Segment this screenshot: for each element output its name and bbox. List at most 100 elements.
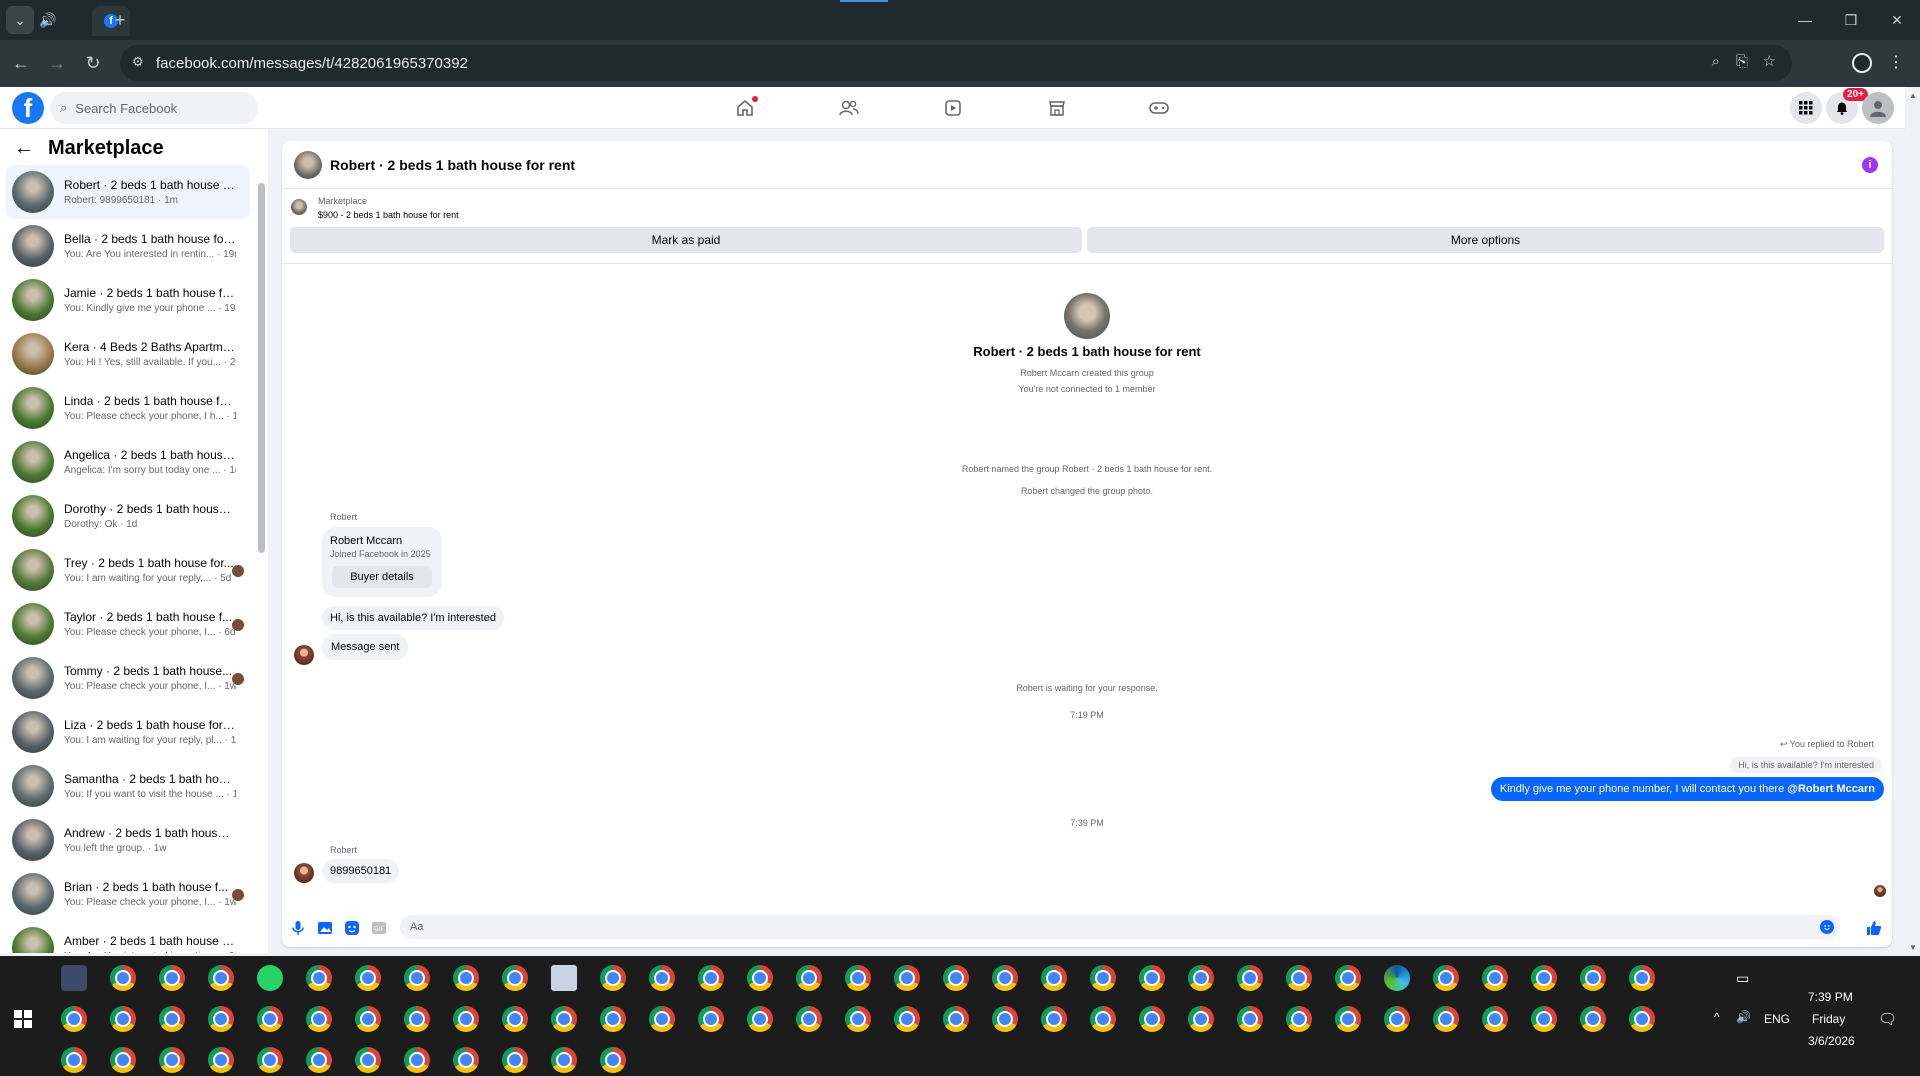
install-icon[interactable]: ⎘	[1736, 53, 1748, 70]
chrome-taskbar-icon[interactable]	[698, 1006, 724, 1032]
conversation-item[interactable]: Bella · 2 beds 1 bath house for r... You:…	[6, 219, 250, 273]
chrome-taskbar-icon[interactable]	[1433, 965, 1459, 991]
tab-search-icon[interactable]: ⌄	[6, 6, 34, 34]
conversation-item[interactable]: Liza · 2 beds 1 bath house for re... You:…	[6, 705, 250, 759]
chrome-taskbar-icon[interactable]	[257, 1047, 283, 1073]
address-bar[interactable]: ⚙ facebook.com/messages/t/42820619653703…	[120, 45, 1792, 81]
sidebar-scrollbar[interactable]	[257, 169, 266, 953]
friends-icon[interactable]	[834, 95, 864, 121]
chrome-taskbar-icon[interactable]	[1482, 1006, 1508, 1032]
chrome-taskbar-icon[interactable]	[1580, 965, 1606, 991]
chrome-taskbar-icon[interactable]	[747, 965, 773, 991]
chrome-taskbar-icon[interactable]	[747, 1006, 773, 1032]
bookmark-star-icon[interactable]: ☆	[1763, 52, 1776, 70]
forward-icon[interactable]: →	[40, 46, 74, 80]
chrome-taskbar-icon[interactable]	[355, 965, 381, 991]
chrome-taskbar-icon[interactable]	[159, 965, 185, 991]
chrome-taskbar-icon[interactable]	[551, 1047, 577, 1073]
sticker-icon[interactable]	[344, 920, 360, 936]
chrome-taskbar-icon[interactable]	[1384, 1006, 1410, 1032]
chrome-taskbar-icon[interactable]	[600, 965, 626, 991]
chrome-taskbar-icon[interactable]	[61, 1047, 87, 1073]
chrome-taskbar-icon[interactable]	[600, 1047, 626, 1073]
volume-icon[interactable]: 🔊	[1736, 1010, 1751, 1024]
mark-as-paid-button[interactable]: Mark as paid	[290, 227, 1082, 253]
chrome-taskbar-icon[interactable]	[1090, 965, 1116, 991]
facebook-logo-icon[interactable]: f	[12, 92, 44, 124]
conversation-item[interactable]: Jamie · 2 beds 1 bath house for ... You: …	[6, 273, 250, 327]
chrome-taskbar-icon[interactable]	[110, 965, 136, 991]
tool-taskbar-icon[interactable]	[61, 965, 87, 991]
chrome-taskbar-icon[interactable]	[159, 1047, 185, 1073]
back-arrow-icon[interactable]: ←	[14, 137, 34, 160]
minimize-button[interactable]: —	[1782, 0, 1828, 40]
chrome-taskbar-icon[interactable]	[1286, 1006, 1312, 1032]
chrome-taskbar-icon[interactable]	[845, 965, 871, 991]
conversation-item[interactable]: Andrew · 2 beds 1 bath house f... You lef…	[6, 813, 250, 867]
conversation-item[interactable]: Kera · 4 Beds 2 Baths Apartmen... You: Hi…	[6, 327, 250, 381]
chrome-taskbar-icon[interactable]	[1139, 1006, 1165, 1032]
chrome-taskbar-icon[interactable]	[1433, 1006, 1459, 1032]
chrome-taskbar-icon[interactable]	[796, 1006, 822, 1032]
marketplace-listing-bar[interactable]: Marketplace $900 - 2 beds 1 bath house f…	[282, 189, 1892, 231]
chrome-taskbar-icon[interactable]	[943, 1006, 969, 1032]
chrome-taskbar-icon[interactable]	[355, 1047, 381, 1073]
chrome-taskbar-icon[interactable]	[1531, 1006, 1557, 1032]
more-options-button[interactable]: More options	[1087, 227, 1884, 253]
chrome-taskbar-icon[interactable]	[404, 965, 430, 991]
marketplace-icon[interactable]	[1042, 95, 1072, 121]
chrome-taskbar-icon[interactable]	[600, 1006, 626, 1032]
chrome-taskbar-icon[interactable]	[845, 1006, 871, 1032]
buyer-details-button[interactable]: Buyer details	[332, 566, 432, 588]
message-input[interactable]: Aa	[400, 915, 1840, 939]
chrome-taskbar-icon[interactable]	[1041, 1006, 1067, 1032]
profile-icon[interactable]	[1852, 53, 1872, 73]
emoji-icon[interactable]	[1820, 920, 1834, 934]
chrome-taskbar-icon[interactable]	[649, 965, 675, 991]
chrome-taskbar-icon[interactable]	[1629, 1006, 1655, 1032]
conversation-item[interactable]: Linda · 2 beds 1 bath house for ... You: …	[6, 381, 250, 435]
chrome-taskbar-icon[interactable]	[649, 1006, 675, 1032]
chrome-taskbar-icon[interactable]	[1286, 965, 1312, 991]
chrome-taskbar-icon[interactable]	[159, 1006, 185, 1032]
chrome-taskbar-icon[interactable]	[894, 965, 920, 991]
chrome-taskbar-icon[interactable]	[453, 965, 479, 991]
network-icon[interactable]: ▭	[1736, 970, 1749, 987]
message-bubble[interactable]: Hi, is this available? I'm interested	[322, 606, 504, 630]
chrome-taskbar-icon[interactable]	[1237, 965, 1263, 991]
site-info-icon[interactable]: ⚙	[132, 54, 144, 70]
message-bubble[interactable]: Message sent	[322, 634, 409, 660]
microphone-icon[interactable]	[290, 920, 306, 936]
conversation-item[interactable]: Trey · 2 beds 1 bath house for... You: I …	[6, 543, 250, 597]
back-icon[interactable]: ←	[4, 46, 38, 80]
video-icon[interactable]	[938, 95, 968, 121]
gaming-icon[interactable]	[1144, 95, 1174, 121]
conversation-item[interactable]: Angelica · 2 beds 1 bath house f... Angel…	[6, 435, 250, 489]
message-bubble[interactable]: 9899650181	[322, 859, 400, 883]
chrome-taskbar-icon[interactable]	[110, 1047, 136, 1073]
chrome-taskbar-icon[interactable]	[1188, 1006, 1214, 1032]
chrome-taskbar-icon[interactable]	[306, 965, 332, 991]
notification-center-icon[interactable]: 🗨	[1878, 1010, 1897, 1028]
chrome-taskbar-icon[interactable]	[61, 1006, 87, 1032]
app-taskbar-icon[interactable]	[551, 965, 577, 991]
chrome-taskbar-icon[interactable]	[992, 1006, 1018, 1032]
browser-menu-icon[interactable]: ⋮	[1888, 52, 1904, 72]
chrome-taskbar-icon[interactable]	[502, 1006, 528, 1032]
chrome-taskbar-icon[interactable]	[1335, 1006, 1361, 1032]
chrome-taskbar-icon[interactable]	[502, 1047, 528, 1073]
chrome-taskbar-icon[interactable]	[502, 965, 528, 991]
windows-start-icon[interactable]	[14, 1010, 32, 1028]
mention[interactable]: @Robert Mccarn	[1787, 783, 1875, 795]
show-hidden-icons[interactable]: ^	[1714, 1010, 1720, 1024]
chrome-taskbar-icon[interactable]	[1041, 965, 1067, 991]
group-avatar[interactable]	[294, 150, 322, 179]
conversation-item[interactable]: Robert · 2 beds 1 bath house fo... Robert…	[6, 165, 250, 219]
chrome-taskbar-icon[interactable]	[208, 965, 234, 991]
sent-message-bubble[interactable]: Kindly give me your phone number, I will…	[1490, 777, 1884, 801]
close-window-button[interactable]: ✕	[1874, 0, 1920, 40]
chrome-taskbar-icon[interactable]	[306, 1047, 332, 1073]
chrome-taskbar-icon[interactable]	[404, 1006, 430, 1032]
conversation-item[interactable]: Amber · 2 beds 1 bath house fo... You: Ar…	[6, 921, 250, 953]
whatsapp-taskbar-icon[interactable]	[257, 965, 283, 991]
